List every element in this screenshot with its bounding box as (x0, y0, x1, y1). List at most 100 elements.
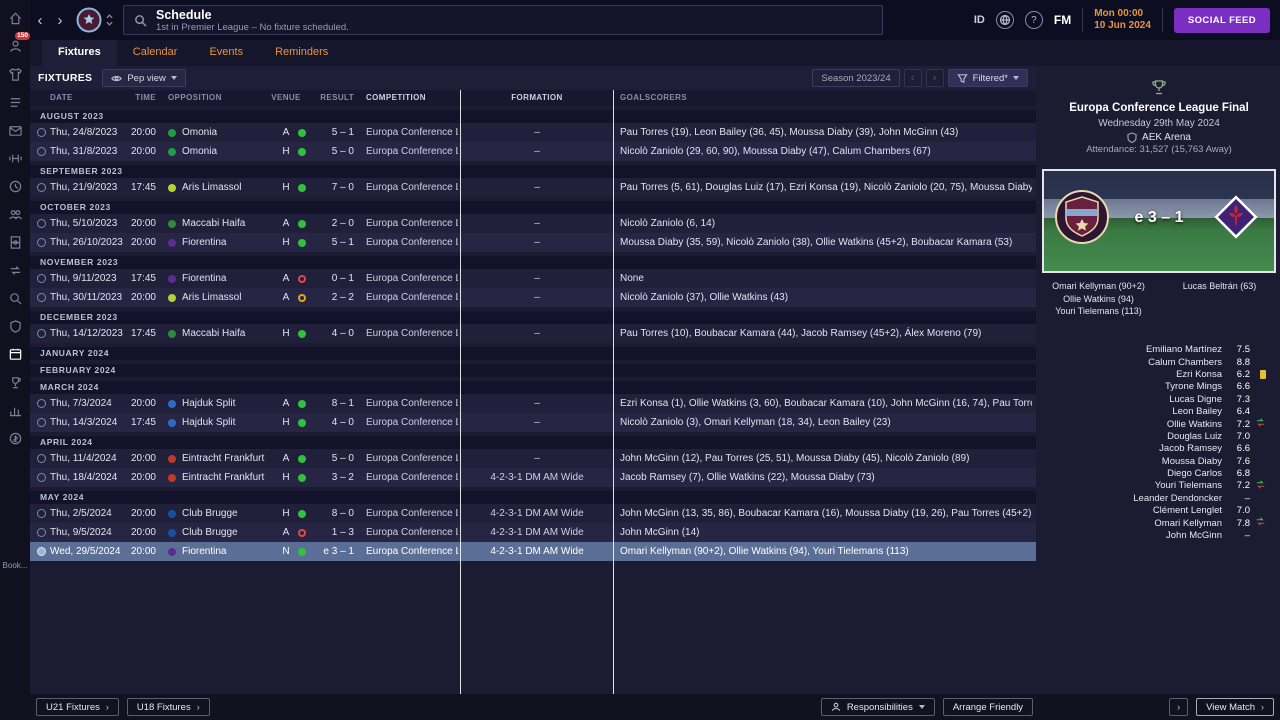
opposition-name[interactable]: Club Brugge (182, 523, 276, 542)
column-header-competition[interactable]: COMPETITION (366, 90, 458, 106)
profile-icon[interactable]: 150 (3, 32, 30, 58)
filter-dropdown[interactable]: Filtered* (947, 69, 1028, 87)
player-rating-row[interactable]: Youri Tielemans 7.2 (1038, 480, 1280, 492)
opposition-name[interactable]: Aris Limassol (182, 178, 276, 197)
player-rating-row[interactable]: Lucas Digne 7.3 (1038, 393, 1280, 405)
fixture-row[interactable]: Thu, 9/5/2024 20:00 Club Brugge A 1 – 3 Europ… (30, 523, 1036, 542)
fixture-result[interactable]: 4 – 0 (312, 413, 354, 432)
news-icon[interactable] (3, 90, 27, 114)
home-icon[interactable] (3, 6, 27, 30)
tab-events[interactable]: Events (193, 40, 259, 66)
player-rating-row[interactable]: Omari Kellyman 7.8 (1038, 517, 1280, 529)
scouting-icon[interactable] (3, 286, 27, 310)
opposition-name[interactable]: Club Brugge (182, 504, 276, 523)
opposition-name[interactable]: Omonia (182, 123, 276, 142)
season-next-button[interactable]: › (925, 69, 944, 87)
fixture-row[interactable]: Thu, 7/3/2024 20:00 Hajduk Split A 8 – 1 Euro… (30, 394, 1036, 413)
final-venue[interactable]: AEK Arena (1038, 132, 1280, 143)
fixture-result[interactable]: 4 – 0 (312, 324, 354, 343)
column-divider[interactable] (613, 90, 614, 694)
fixture-row[interactable]: Thu, 21/9/2023 17:45 Aris Limassol H 7 – 0 Eu… (30, 178, 1036, 197)
opposition-name[interactable]: Fiorentina (182, 269, 276, 288)
club-crest-icon[interactable] (76, 7, 102, 33)
player-rating-row[interactable]: Ollie Watkins 7.2 (1038, 418, 1280, 430)
stats-icon[interactable] (3, 398, 27, 422)
column-divider[interactable] (460, 90, 461, 694)
fixture-row[interactable]: Thu, 14/3/2024 17:45 Hajduk Split H 4 – 0 Eur… (30, 413, 1036, 432)
id-button[interactable]: ID (974, 14, 985, 26)
player-rating-row[interactable]: Calum Chambers 8.8 (1038, 356, 1280, 368)
fixture-row[interactable]: Thu, 11/4/2024 20:00 Eintracht Frankfurt A 5… (30, 449, 1036, 468)
player-rating-row[interactable]: Jacob Ramsey 6.6 (1038, 443, 1280, 455)
view-match-button[interactable]: View Match › (1196, 698, 1274, 716)
column-header-time[interactable]: TIME (126, 90, 156, 106)
world-icon[interactable] (995, 11, 1014, 29)
tab-fixtures[interactable]: Fixtures (42, 40, 117, 66)
fixture-result[interactable]: 2 – 2 (312, 288, 354, 307)
schedule-icon[interactable] (3, 174, 27, 198)
forward-button[interactable]: › (50, 12, 70, 29)
fixture-row[interactable]: Thu, 5/10/2023 20:00 Maccabi Haifa A 2 – 0 Eu… (30, 214, 1036, 233)
player-rating-row[interactable]: Leon Bailey 6.4 (1038, 405, 1280, 417)
season-prev-button[interactable]: ‹ (903, 69, 922, 87)
club-switcher[interactable] (106, 14, 113, 26)
fixture-result[interactable]: 2 – 0 (312, 214, 354, 233)
player-rating-row[interactable]: Ezri Konsa 6.2 (1038, 368, 1280, 380)
fixture-row[interactable]: Thu, 14/12/2023 17:45 Maccabi Haifa H 4 – 0E… (30, 324, 1036, 343)
continue-button[interactable]: › (1169, 698, 1189, 716)
social-feed-button[interactable]: SOCIAL FEED (1173, 7, 1270, 33)
fixture-result[interactable]: 3 – 2 (312, 468, 354, 487)
player-rating-row[interactable]: Emiliano Martínez 7.5 (1038, 344, 1280, 356)
fixture-result[interactable]: 5 – 1 (312, 233, 354, 252)
column-header-goalscorers[interactable]: GOALSCORERS (620, 90, 1032, 106)
u21-fixtures-button[interactable]: U21 Fixtures › (36, 698, 119, 716)
finances-icon[interactable] (3, 426, 27, 450)
responsibilities-dropdown[interactable]: Responsibilities (820, 698, 935, 716)
tactics-icon[interactable] (3, 230, 27, 254)
inbox-icon[interactable] (3, 118, 27, 142)
training-icon[interactable] (3, 146, 27, 170)
fixture-result[interactable]: 0 – 1 (312, 269, 354, 288)
sidebar-book-label[interactable]: Book... (0, 561, 30, 570)
column-header-result[interactable]: RESULT (312, 90, 354, 106)
opposition-name[interactable]: Eintracht Frankfurt (182, 468, 276, 487)
tab-reminders[interactable]: Reminders (259, 40, 344, 66)
page-title-box[interactable]: Schedule 1st in Premier League – No fixt… (123, 5, 883, 35)
competitions-icon[interactable] (3, 370, 27, 394)
player-rating-row[interactable]: Moussa Diaby 7.6 (1038, 455, 1280, 467)
fixture-row[interactable]: Thu, 26/10/2023 20:00 Fiorentina H 5 – 1 Euro… (30, 233, 1036, 252)
opposition-name[interactable]: Eintracht Frankfurt (182, 449, 276, 468)
fixture-row[interactable]: Thu, 18/4/2024 20:00 Eintracht Frankfurt H 3… (30, 468, 1036, 487)
club-icon[interactable] (3, 314, 27, 338)
player-rating-row[interactable]: Leander Dendoncker – (1038, 492, 1280, 504)
opposition-name[interactable]: Aris Limassol (182, 288, 276, 307)
player-rating-row[interactable]: John McGinn – (1038, 529, 1280, 541)
opposition-name[interactable]: Maccabi Haifa (182, 214, 276, 233)
fixture-result[interactable]: 7 – 0 (312, 178, 354, 197)
fixture-result[interactable]: 1 – 3 (312, 523, 354, 542)
match-score-panel[interactable]: e 3 – 1 (1042, 169, 1276, 273)
fixture-result[interactable]: e 3 – 1 (312, 542, 354, 561)
column-header-formation[interactable]: FORMATION (464, 90, 610, 106)
fixture-row[interactable]: Thu, 24/8/2023 20:00 Omonia A 5 – 1 Europa Co… (30, 123, 1036, 142)
fixture-row[interactable]: Wed, 29/5/2024 20:00 Fiorentina Ne 3 – 1 Eur… (30, 542, 1036, 561)
fixture-row[interactable]: Thu, 30/11/2023 20:00 Aris Limassol A 2 – 2E… (30, 288, 1036, 307)
opposition-name[interactable]: Fiorentina (182, 542, 276, 561)
u18-fixtures-button[interactable]: U18 Fixtures › (126, 698, 210, 716)
kit-icon[interactable] (3, 62, 27, 86)
game-datetime[interactable]: Mon 00:00 10 Jun 2024 (1094, 8, 1151, 33)
opposition-name[interactable]: Maccabi Haifa (182, 324, 276, 343)
fixture-result[interactable]: 5 – 0 (312, 142, 354, 161)
opposition-name[interactable]: Hajduk Split (182, 394, 276, 413)
back-button[interactable]: ‹ (30, 12, 50, 29)
column-header-venue[interactable]: VENUE (270, 90, 302, 106)
tab-calendar[interactable]: Calendar (117, 40, 194, 66)
transfers-icon[interactable] (3, 258, 27, 282)
opposition-name[interactable]: Hajduk Split (182, 413, 276, 432)
fixture-result[interactable]: 5 – 1 (312, 123, 354, 142)
season-selector[interactable]: Season 2023/24 (812, 69, 900, 87)
view-dropdown[interactable]: Pep view (102, 69, 186, 87)
player-rating-row[interactable]: Douglas Luiz 7.0 (1038, 430, 1280, 442)
column-header-opposition[interactable]: OPPOSITION (168, 90, 268, 106)
fixture-result[interactable]: 5 – 0 (312, 449, 354, 468)
